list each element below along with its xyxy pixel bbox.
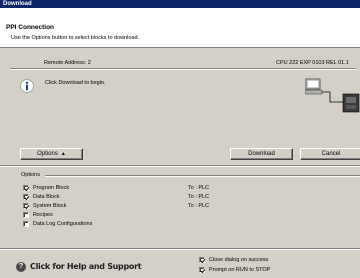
computer-plc-icon <box>304 78 360 114</box>
option-target: To : PLC <box>188 185 210 191</box>
window-title: Download <box>3 1 32 7</box>
options-button-label: Options <box>37 151 58 157</box>
header-subtitle: Use the Options button to select blocks … <box>11 35 140 41</box>
checkbox-close-on-success[interactable] <box>199 257 206 264</box>
info-icon <box>20 79 34 93</box>
divider <box>10 68 356 70</box>
check-icon <box>24 186 30 192</box>
option-label: Program Block <box>33 185 70 191</box>
option-target: To : PLC <box>188 203 210 209</box>
options-group-line <box>45 175 360 177</box>
help-support-link[interactable]: Click for Help and Support <box>30 262 142 271</box>
chevron-up-icon: ▲ <box>59 151 66 157</box>
option-label: Data Log Configurations <box>33 221 93 227</box>
options-group-label: Options <box>21 172 40 178</box>
divider <box>0 248 360 250</box>
checkbox-prompt-run-to-stop[interactable] <box>199 267 206 274</box>
dialog-header: PPI Connection Use the Options button to… <box>0 8 360 48</box>
checkbox-program-block[interactable] <box>23 185 30 192</box>
checkbox-data-log-configurations[interactable] <box>23 221 29 227</box>
divider <box>0 165 360 167</box>
checkbox-recipes[interactable] <box>23 212 29 218</box>
option-label: Data Block <box>33 194 60 200</box>
check-icon <box>200 258 206 264</box>
option-label: System Block <box>33 203 67 209</box>
cancel-button[interactable]: Cancel <box>300 148 360 160</box>
download-button[interactable]: Download <box>230 148 293 160</box>
checkbox-data-block[interactable] <box>23 194 30 201</box>
option-target: To : PLC <box>188 194 210 200</box>
close-on-success-label: Close dialog on success <box>209 257 269 263</box>
check-icon <box>24 195 30 201</box>
option-label: Recipes <box>33 212 53 218</box>
cpu-info-label: CPU 222 EXP 0103 REL 01.1 <box>276 60 349 66</box>
check-icon <box>24 204 30 210</box>
status-message: Click Download to begin. <box>45 80 106 86</box>
header-title: PPI Connection <box>6 24 55 31</box>
help-icon[interactable]: ? <box>16 262 26 272</box>
check-icon <box>200 268 206 274</box>
cancel-button-label: Cancel <box>321 151 341 157</box>
window-titlebar: Download <box>0 0 360 8</box>
checkbox-system-block[interactable] <box>23 203 30 210</box>
download-button-label: Download <box>248 151 275 157</box>
remote-address-label: Remote Address: 2 <box>44 60 91 66</box>
prompt-run-to-stop-label: Prompt on RUN to STOP <box>209 267 271 273</box>
options-button[interactable]: Options ▲ <box>20 148 83 160</box>
